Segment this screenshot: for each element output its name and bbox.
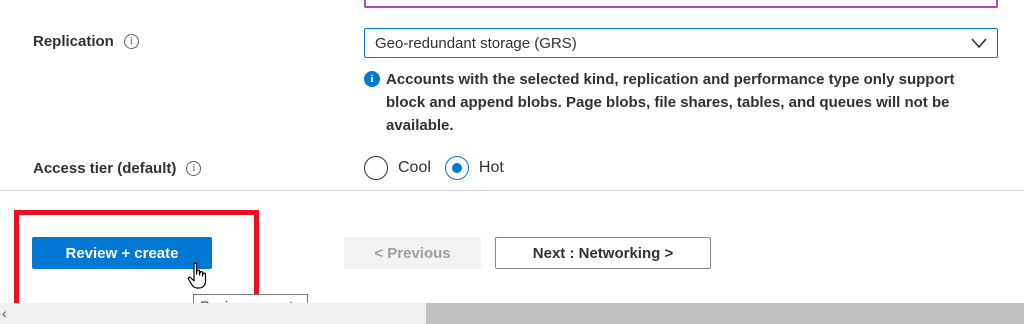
replication-select-value: Geo-redundant storage (GRS) <box>375 34 577 52</box>
previous-button[interactable]: < Previous <box>344 237 481 269</box>
radio-hot-label: Hot <box>478 159 504 176</box>
radio-hot[interactable]: Hot <box>444 156 504 180</box>
radio-button-checked-icon[interactable] <box>444 156 469 180</box>
radio-cool[interactable]: Cool <box>364 156 431 180</box>
chevron-down-icon <box>971 38 987 49</box>
hand-pointer-cursor-icon <box>187 262 207 289</box>
radio-cool-label: Cool <box>398 159 431 176</box>
access-tier-label: Access tier (default) <box>33 160 177 177</box>
scroll-left-arrow-icon[interactable]: ‹ <box>2 305 7 322</box>
access-tier-label-row: Access tier (default) i <box>33 160 202 177</box>
scrollbar-thumb[interactable] <box>426 303 1024 324</box>
info-icon[interactable]: i <box>123 34 139 49</box>
radio-button-icon[interactable] <box>364 156 388 180</box>
access-tier-radio-group: Cool Hot <box>364 156 518 180</box>
replication-info-note: i Accounts with the selected kind, repli… <box>364 68 984 137</box>
replication-label: Replication <box>33 33 114 50</box>
footer-divider <box>0 190 1024 191</box>
replication-select[interactable]: Geo-redundant storage (GRS) <box>364 28 998 58</box>
replication-label-row: Replication i <box>33 33 139 50</box>
next-networking-button[interactable]: Next : Networking > <box>495 237 711 269</box>
info-filled-icon: i <box>364 71 380 87</box>
info-icon[interactable]: i <box>186 161 202 176</box>
previous-field-input[interactable] <box>364 0 998 8</box>
replication-note-text: Accounts with the selected kind, replica… <box>386 71 955 134</box>
horizontal-scrollbar[interactable]: ‹ <box>0 303 1024 324</box>
